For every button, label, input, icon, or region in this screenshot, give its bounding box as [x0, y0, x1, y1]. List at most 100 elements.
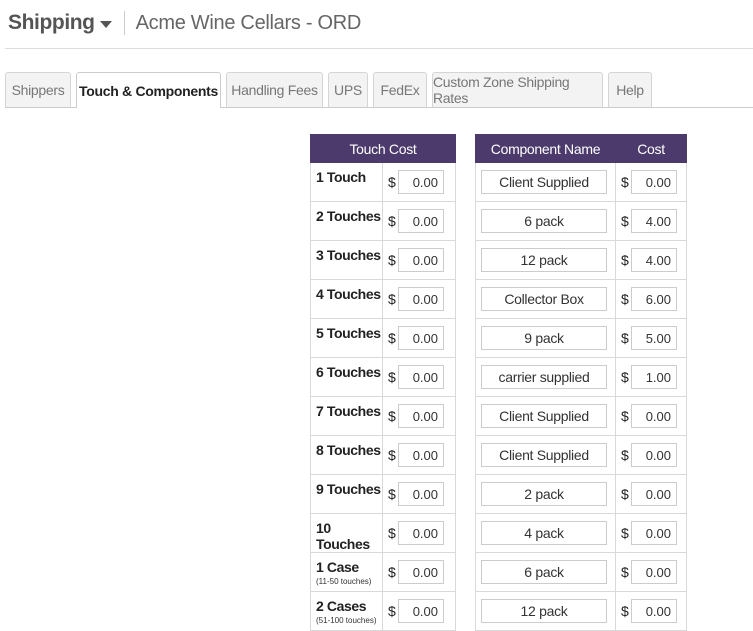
- component-cost-input[interactable]: [631, 209, 677, 233]
- touch-cost-input[interactable]: [398, 326, 444, 350]
- component-name-cell: [475, 162, 616, 202]
- touch-cost-cell: $: [381, 357, 457, 397]
- component-name-input[interactable]: [481, 404, 607, 428]
- touch-label-cell: 1 Case (11-50 touches): [310, 552, 383, 592]
- touch-row: 3 Touches $: [310, 240, 457, 280]
- money-group: $: [616, 248, 686, 272]
- component-row: $: [475, 396, 687, 436]
- touch-cost-input[interactable]: [398, 443, 444, 467]
- component-cost-input[interactable]: [631, 404, 677, 428]
- component-cost-input[interactable]: [631, 287, 677, 311]
- component-cost-cell: $: [615, 513, 687, 553]
- touch-label: 10 Touches: [316, 520, 370, 552]
- tab-bar: Shippers Touch & Components Handling Fee…: [5, 72, 753, 108]
- component-cost-input[interactable]: [631, 560, 677, 584]
- module-title: Shipping: [8, 11, 95, 34]
- component-row: $: [475, 240, 687, 280]
- component-row: $: [475, 474, 687, 514]
- component-name-input[interactable]: [481, 287, 607, 311]
- component-name-cell: [475, 357, 616, 397]
- component-cost-cell: $: [615, 357, 687, 397]
- component-cost-cell: $: [615, 474, 687, 514]
- component-row: $: [475, 318, 687, 358]
- touch-label-cell: 6 Touches: [310, 357, 383, 397]
- component-name-cell: [475, 591, 616, 631]
- touch-label: 1 Case: [316, 559, 359, 575]
- component-cost-input[interactable]: [631, 365, 677, 389]
- money-group: $: [616, 365, 686, 389]
- touch-cost-input[interactable]: [398, 209, 444, 233]
- component-name-input[interactable]: [481, 521, 607, 545]
- component-name-input[interactable]: [481, 599, 607, 623]
- tab-help[interactable]: Help: [608, 72, 652, 107]
- component-name-input[interactable]: [481, 326, 607, 350]
- component-cost-input[interactable]: [631, 521, 677, 545]
- touch-cost-cell: $: [381, 240, 457, 280]
- component-cost-input[interactable]: [631, 326, 677, 350]
- touch-label-cell: 2 Cases (51-100 touches): [310, 591, 383, 631]
- touch-cost-cell: $: [381, 591, 457, 631]
- component-name-input[interactable]: [481, 209, 607, 233]
- touch-row: 1 Touch $: [310, 162, 457, 202]
- touch-row: 1 Case (11-50 touches) $: [310, 552, 457, 592]
- tab-fedex[interactable]: FedEx: [373, 72, 427, 107]
- touch-label: 2 Cases: [316, 598, 367, 614]
- tab-custom-zone-shipping-rates[interactable]: Custom Zone Shipping Rates: [432, 72, 603, 107]
- touch-cost-cell: $: [381, 201, 457, 241]
- tab-handling-fees[interactable]: Handling Fees: [226, 72, 323, 107]
- touch-label-cell: 1 Touch: [310, 162, 383, 202]
- touch-label: 8 Touches: [316, 442, 381, 458]
- touch-label: 6 Touches: [316, 364, 381, 380]
- touch-cost-input[interactable]: [398, 287, 444, 311]
- touch-cost-input[interactable]: [398, 170, 444, 194]
- touch-cost-input[interactable]: [398, 482, 444, 506]
- component-name-input[interactable]: [481, 482, 607, 506]
- dollar-sign: $: [388, 447, 396, 463]
- touch-cost-input[interactable]: [398, 599, 444, 623]
- component-name-input[interactable]: [481, 248, 607, 272]
- touch-label-cell: 5 Touches: [310, 318, 383, 358]
- touch-label: 2 Touches: [316, 208, 381, 224]
- touch-label-cell: 8 Touches: [310, 435, 383, 475]
- dollar-sign: $: [388, 369, 396, 385]
- component-row: $: [475, 435, 687, 475]
- touch-cost-input[interactable]: [398, 248, 444, 272]
- touch-row: 2 Touches $: [310, 201, 457, 241]
- touch-label-cell: 3 Touches: [310, 240, 383, 280]
- touch-cost-input[interactable]: [398, 521, 444, 545]
- component-name-input[interactable]: [481, 443, 607, 467]
- component-name-cell: [475, 513, 616, 553]
- shop-name: Acme Wine Cellars - ORD: [135, 11, 362, 34]
- component-cost-cell: $: [615, 435, 687, 475]
- dollar-sign: $: [621, 330, 629, 346]
- touch-cost-input[interactable]: [398, 404, 444, 428]
- touch-label: 9 Touches: [316, 481, 381, 497]
- touch-cost-input[interactable]: [398, 560, 444, 584]
- money-group: $: [616, 443, 686, 467]
- dollar-sign: $: [388, 564, 396, 580]
- touch-cost-cell: $: [381, 162, 457, 202]
- component-cost-input[interactable]: [631, 482, 677, 506]
- touch-cost-input[interactable]: [398, 365, 444, 389]
- tab-shippers[interactable]: Shippers: [5, 72, 71, 107]
- component-name-input[interactable]: [481, 365, 607, 389]
- tab-touch-components[interactable]: Touch & Components: [76, 72, 221, 108]
- touch-cost-cell: $: [381, 435, 457, 475]
- component-cost-input[interactable]: [631, 248, 677, 272]
- component-name-input[interactable]: [481, 560, 607, 584]
- component-cost-input[interactable]: [631, 599, 677, 623]
- money-group: $: [616, 170, 686, 194]
- component-cost-input[interactable]: [631, 443, 677, 467]
- money-group: $: [616, 560, 686, 584]
- module-switcher[interactable]: Shipping: [8, 11, 112, 35]
- tab-ups[interactable]: UPS: [328, 72, 368, 107]
- money-group: $: [383, 248, 455, 272]
- touch-label: 1 Touch: [316, 169, 366, 185]
- money-group: $: [383, 170, 455, 194]
- money-group: $: [383, 560, 455, 584]
- component-cost-input[interactable]: [631, 170, 677, 194]
- touch-sublabel: (51-100 touches): [316, 616, 377, 625]
- dollar-sign: $: [388, 408, 396, 424]
- component-name-input[interactable]: [481, 170, 607, 194]
- component-cost-cell: $: [615, 552, 687, 592]
